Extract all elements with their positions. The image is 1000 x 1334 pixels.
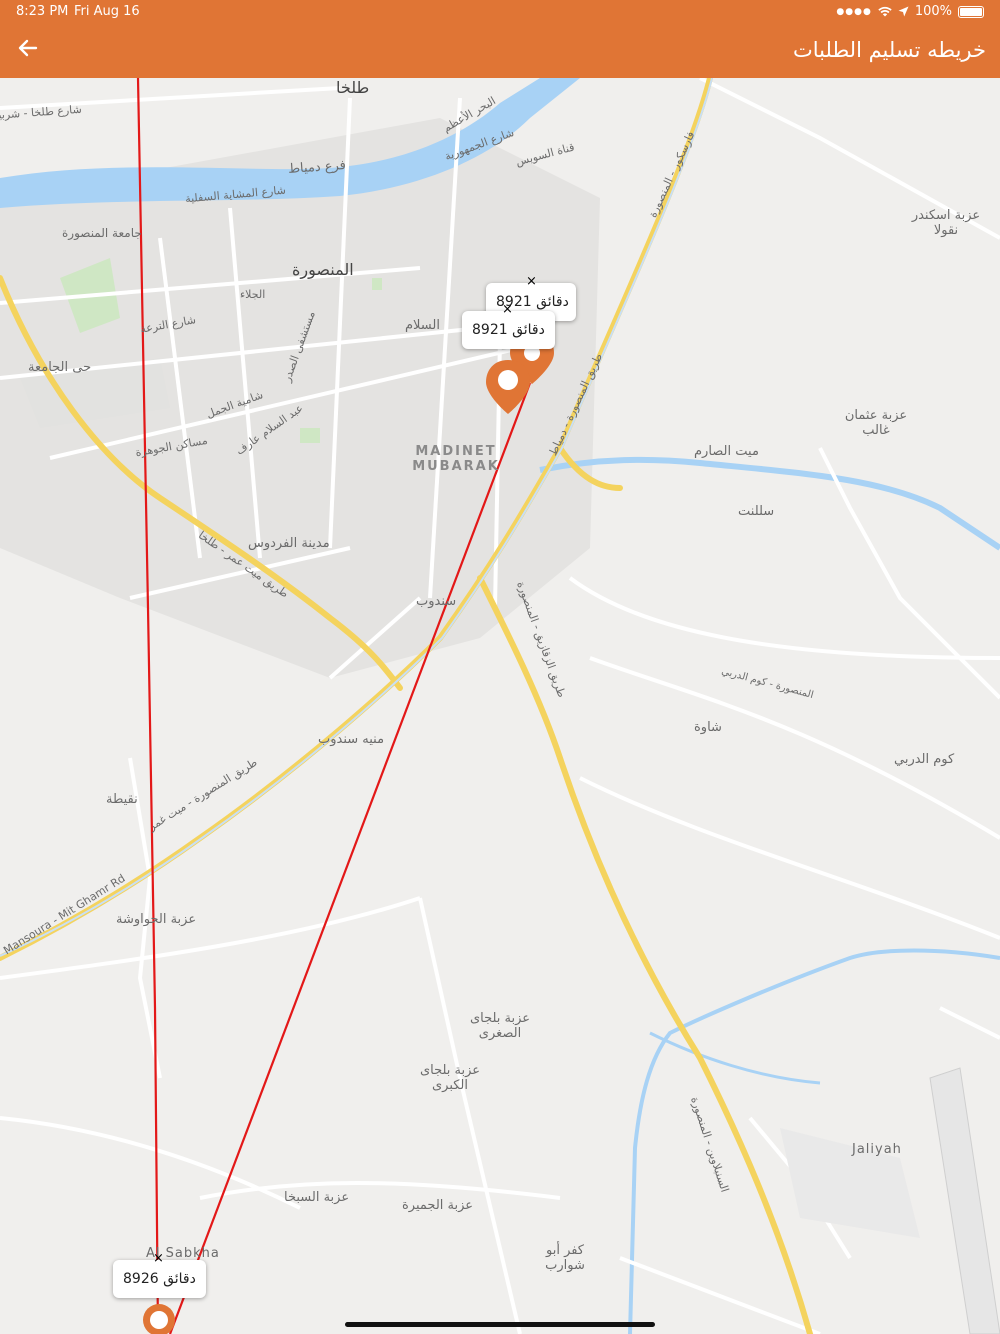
map-canvas[interactable] [0, 78, 1000, 1334]
close-icon[interactable]: × [526, 275, 537, 289]
status-right: ●●●● 100% [836, 4, 984, 19]
page-title: خريطه تسليم الطلبات [792, 38, 986, 62]
map-label: السلام [405, 318, 440, 333]
map-label: الجلاء [240, 288, 266, 301]
map-label: كوم الدربي [894, 752, 955, 767]
map-label: عزبة اسكندر نقولا [911, 208, 981, 238]
nav-bar: خريطه تسليم الطلبات [0, 24, 1000, 78]
map-label: مدينة الفردوس [248, 536, 330, 551]
map-pin-icon[interactable] [143, 1304, 175, 1334]
close-icon[interactable]: × [153, 1252, 164, 1266]
battery-icon [958, 5, 984, 18]
back-button[interactable] [10, 30, 46, 66]
callout-text: 8926 دقائق [123, 1271, 196, 1287]
map-label: ميت الصارم [694, 444, 759, 459]
status-date: Fri Aug 16 [74, 4, 140, 19]
map-label: المنصورة [292, 260, 354, 279]
map-label: منيه سندوب [318, 732, 385, 747]
arrow-left-icon [18, 39, 38, 57]
close-icon[interactable]: × [502, 303, 513, 317]
status-bar: 8:23 PM Fri Aug 16 ●●●● 100% [0, 0, 1000, 24]
home-indicator[interactable] [345, 1322, 655, 1327]
map-label: طلخا [336, 78, 370, 97]
map-label: سللنت [738, 504, 775, 519]
map-label: عزبة السبخا [284, 1190, 350, 1205]
signal-dots-icon: ●●●● [836, 6, 872, 17]
map-label: MADINET MUBARAK [412, 444, 500, 474]
map-label: عزبة الحواوشة [116, 912, 197, 927]
map-label: Jaliyah [852, 1142, 902, 1157]
map-label: عزبة بلجاى الكبرى [419, 1063, 481, 1093]
map-view[interactable]: طلخا شارع طلخا - شربين فرع دمياط البحر ا… [0, 78, 1000, 1334]
map-label: عزبة عثمان غالب [844, 408, 908, 438]
map-label: شاوة [694, 720, 722, 735]
eta-callout[interactable]: 8921 دقائق × [462, 303, 555, 349]
map-label: جامعة المنصورة [62, 226, 142, 240]
map-label: عزبة الجميرة [402, 1198, 474, 1213]
wifi-icon [878, 6, 892, 17]
callout-text: 8921 دقائق [472, 322, 545, 338]
battery-percent: 100% [914, 4, 952, 19]
status-time: 8:23 PM [16, 4, 69, 19]
location-arrow-icon [898, 6, 909, 17]
map-label: نقيطة [106, 792, 138, 807]
map-label: حى الجامعة [28, 360, 92, 375]
map-label: كفر أبو شوارب [545, 1243, 585, 1273]
map-label: عزبة بلجاى الصغرى [469, 1011, 531, 1041]
map-label: سندوب [416, 594, 457, 609]
eta-callout[interactable]: 8926 دقائق × [113, 1252, 206, 1298]
